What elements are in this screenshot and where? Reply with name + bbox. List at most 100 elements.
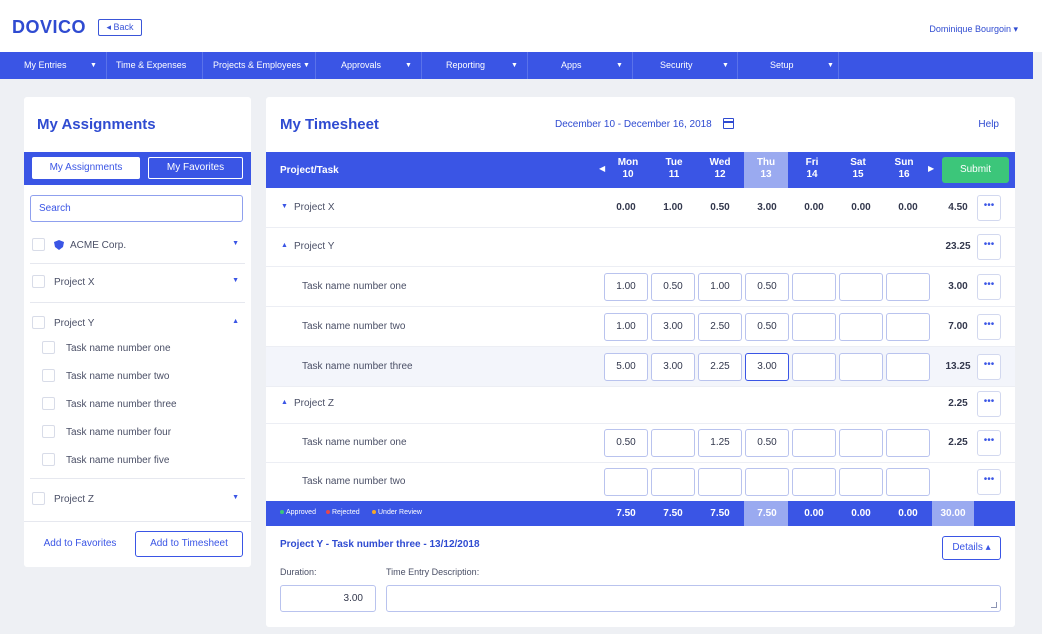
submit-button[interactable]: Submit [942, 157, 1009, 183]
chevron-down-icon[interactable]: ▼ [232, 240, 239, 247]
chevron-up-icon[interactable]: ▲ [281, 242, 288, 249]
time-cell[interactable] [792, 429, 836, 457]
more-options-button[interactable]: ••• [977, 391, 1001, 417]
nav-apps[interactable]: Apps ▼ [561, 52, 623, 79]
more-options-button[interactable]: ••• [977, 314, 1001, 340]
time-cell[interactable] [604, 468, 648, 496]
totals-bar: Approved Rejected Under Review 7.50 7.50… [266, 501, 1015, 526]
add-to-timesheet-button[interactable]: Add to Timesheet [135, 531, 243, 557]
prev-week-icon[interactable]: ◀ [599, 164, 605, 173]
nav-time-expenses[interactable]: Time & Expenses [116, 52, 186, 79]
tree-task-item[interactable]: Task name number two [24, 368, 251, 388]
chevron-down-icon[interactable]: ▼ [281, 203, 288, 210]
tree-project-x[interactable]: Project X ▼ [24, 274, 251, 294]
time-cell[interactable]: 1.00 [698, 273, 742, 301]
day-value: 0.00 [851, 202, 871, 213]
add-to-favorites-button[interactable]: Add to Favorites [31, 531, 129, 557]
tree-task-item[interactable]: Task name number three [24, 396, 251, 416]
time-cell[interactable] [745, 468, 789, 496]
checkbox[interactable] [32, 275, 45, 288]
project-row-x: ▼ Project X 0.00 1.00 0.50 3.00 0.00 0.0… [266, 188, 1015, 228]
time-cell[interactable]: 0.50 [745, 429, 789, 457]
help-link[interactable]: Help [978, 119, 999, 130]
description-textarea[interactable] [386, 585, 1001, 612]
time-cell[interactable]: 1.00 [604, 273, 648, 301]
nav-approvals[interactable]: Approvals ▼ [341, 52, 412, 79]
time-cell[interactable] [839, 273, 883, 301]
time-cell[interactable] [792, 273, 836, 301]
more-options-button[interactable]: ••• [977, 430, 1001, 456]
checkbox[interactable] [42, 341, 55, 354]
time-cell-focused[interactable]: 3.00 [745, 353, 789, 381]
time-cell[interactable]: 5.00 [604, 353, 648, 381]
more-options-button[interactable]: ••• [977, 274, 1001, 300]
date-range[interactable]: December 10 - December 16, 2018 [555, 119, 712, 130]
more-options-button[interactable]: ••• [977, 469, 1001, 495]
tab-my-favorites[interactable]: My Favorites [148, 157, 243, 179]
calendar-icon[interactable] [723, 118, 734, 129]
time-cell[interactable] [651, 429, 695, 457]
time-cell[interactable] [886, 273, 930, 301]
time-cell[interactable] [886, 353, 930, 381]
resize-handle-icon[interactable] [991, 602, 997, 608]
nav-my-entries[interactable]: My Entries ▼ [24, 52, 97, 79]
time-cell[interactable] [886, 429, 930, 457]
tree-client-acme[interactable]: ACME Corp. ▼ [24, 237, 251, 257]
search-input[interactable]: Search [30, 195, 243, 222]
time-cell[interactable] [792, 313, 836, 341]
tree-task-item[interactable]: Task name number four [24, 424, 251, 444]
time-cell[interactable] [839, 313, 883, 341]
more-options-button[interactable]: ••• [977, 234, 1001, 260]
more-options-button[interactable]: ••• [977, 354, 1001, 380]
checkbox[interactable] [42, 369, 55, 382]
duration-input[interactable]: 3.00 [280, 585, 376, 612]
time-cell[interactable]: 2.25 [698, 353, 742, 381]
details-button[interactable]: Details ▴ [942, 536, 1001, 560]
back-button[interactable]: ◂ Back [98, 19, 142, 36]
chevron-down-icon[interactable]: ▼ [232, 494, 239, 501]
chevron-up-icon[interactable]: ▲ [232, 318, 239, 325]
tree-label: Task name number three [66, 399, 177, 410]
time-cell[interactable] [651, 468, 695, 496]
time-cell[interactable]: 0.50 [745, 273, 789, 301]
time-cell[interactable]: 2.50 [698, 313, 742, 341]
time-cell[interactable] [886, 468, 930, 496]
nav-setup[interactable]: Setup ▼ [770, 52, 834, 79]
time-cell[interactable]: 0.50 [604, 429, 648, 457]
time-cell[interactable]: 0.50 [651, 273, 695, 301]
nav-reporting[interactable]: Reporting ▼ [446, 52, 518, 79]
time-cell[interactable] [839, 353, 883, 381]
time-cell[interactable] [886, 313, 930, 341]
time-cell[interactable]: 3.00 [651, 313, 695, 341]
checkbox[interactable] [42, 425, 55, 438]
checkbox[interactable] [42, 453, 55, 466]
time-cell[interactable]: 1.00 [604, 313, 648, 341]
tree-project-z[interactable]: Project Z ▼ [24, 491, 251, 511]
checkbox[interactable] [32, 238, 45, 251]
time-cell[interactable] [839, 429, 883, 457]
tree-task-item[interactable]: Task name number five [24, 452, 251, 472]
nav-security[interactable]: Security ▼ [660, 52, 729, 79]
time-cell[interactable] [698, 468, 742, 496]
time-cell[interactable]: 1.25 [698, 429, 742, 457]
more-options-button[interactable]: ••• [977, 195, 1001, 221]
tree-task-item[interactable]: Task name number one [24, 340, 251, 360]
user-menu[interactable]: Dominique Bourgoin ▾ [929, 24, 1018, 35]
tab-my-assignments[interactable]: My Assignments [32, 157, 140, 179]
chevron-up-icon[interactable]: ▲ [281, 399, 288, 406]
chevron-down-icon[interactable]: ▼ [232, 277, 239, 284]
checkbox[interactable] [42, 397, 55, 410]
time-cell[interactable] [839, 468, 883, 496]
dovico-logo[interactable]: DOVICO [12, 17, 86, 38]
time-cell[interactable] [792, 468, 836, 496]
tree-project-y[interactable]: Project Y ▲ [24, 315, 251, 335]
time-cell[interactable]: 0.50 [745, 313, 789, 341]
timesheet-title: My Timesheet [280, 116, 379, 133]
day-header: Wed 12 [709, 157, 731, 180]
nav-projects-employees[interactable]: Projects & Employees ▼ [213, 52, 310, 79]
checkbox[interactable] [32, 492, 45, 505]
time-cell[interactable] [792, 353, 836, 381]
checkbox[interactable] [32, 316, 45, 329]
time-cell[interactable]: 3.00 [651, 353, 695, 381]
next-week-icon[interactable]: ▶ [928, 164, 934, 173]
